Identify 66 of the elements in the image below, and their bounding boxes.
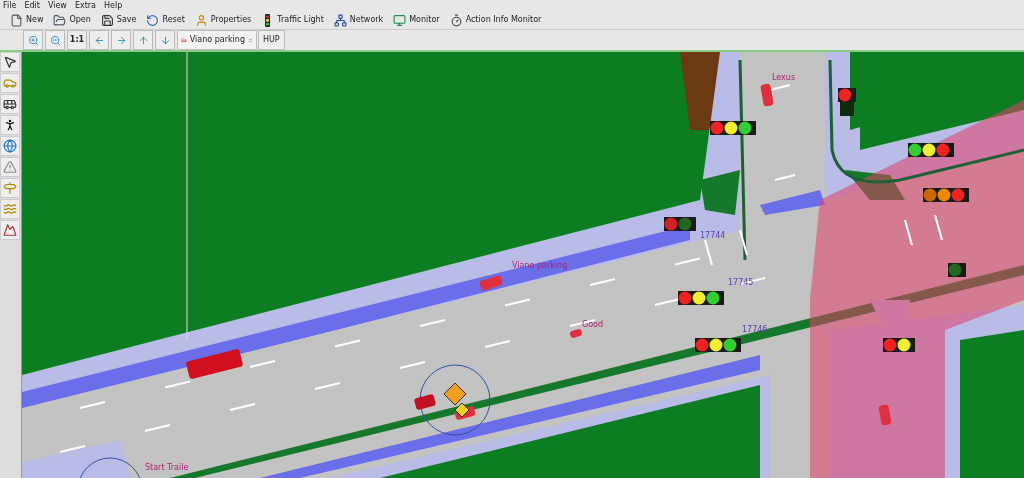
map-label: Viano parking — [512, 261, 568, 270]
arrow-left-icon — [93, 34, 105, 46]
monitor-icon — [393, 13, 407, 27]
toolbar-button[interactable]: Network — [333, 11, 384, 29]
arrow-right-icon — [115, 34, 127, 46]
signpost-icon — [3, 181, 17, 195]
bus-icon — [3, 97, 17, 111]
toolbar-button[interactable]: Open — [53, 11, 91, 29]
map-label: Good — [582, 320, 604, 329]
network-icon — [333, 13, 347, 27]
menu-item[interactable]: Edit — [24, 1, 40, 10]
globe-icon — [3, 139, 17, 153]
nav-button[interactable] — [45, 30, 65, 50]
nav-button[interactable]: 1:1 — [67, 30, 87, 50]
arrow-down-icon — [159, 34, 171, 46]
toolbar-button[interactable]: Save — [100, 11, 137, 29]
folder-icon — [53, 13, 67, 27]
palette-tool[interactable] — [0, 115, 20, 135]
toolbar-button[interactable]: Properties — [194, 11, 252, 29]
person-icon — [194, 13, 208, 27]
pedestrian-icon — [3, 118, 17, 132]
stopwatch-icon — [449, 13, 463, 27]
car-icon[interactable] — [413, 393, 437, 411]
traffic-light-icon[interactable] — [678, 291, 724, 305]
map-label: 17746 — [742, 325, 768, 334]
nav-button[interactable] — [133, 30, 153, 50]
curve-sign-icon — [3, 202, 17, 216]
menu-item[interactable]: Help — [104, 1, 123, 10]
palette-tool[interactable] — [0, 94, 20, 114]
traffic-light-icon[interactable] — [695, 338, 741, 352]
nav-button[interactable] — [155, 30, 175, 50]
pointer-icon — [3, 55, 17, 69]
nav-button[interactable] — [111, 30, 131, 50]
toolbar-button[interactable]: Monitor — [393, 11, 440, 29]
toolbar-button[interactable]: New — [10, 11, 44, 29]
map-label: 17744 — [700, 231, 726, 240]
traffic-light-icon[interactable] — [883, 338, 915, 352]
map-label: Start Traile — [145, 463, 189, 472]
map-label: Lexus — [772, 73, 796, 82]
toolbar-button[interactable]: Reset — [146, 11, 185, 29]
terrain-icon — [3, 223, 17, 237]
nav-button[interactable] — [89, 30, 109, 50]
toolbar-button[interactable]: Traffic Light — [261, 11, 324, 29]
car-icon — [3, 76, 17, 90]
warning-sign-icon — [3, 160, 17, 174]
menu-item[interactable]: File — [3, 1, 17, 10]
toolbar-button[interactable]: Action Info Monitor — [449, 11, 542, 29]
crosswalk-strip — [760, 190, 825, 215]
car-icon — [181, 36, 187, 44]
vehicle-dropdown[interactable]: Viano parking — [177, 30, 257, 50]
zoom-out-icon — [49, 34, 61, 46]
palette-tool[interactable] — [0, 52, 20, 72]
traffic-light-icon[interactable] — [838, 88, 856, 116]
map-label: 17745 — [728, 278, 754, 287]
traffic-light-icon[interactable] — [923, 188, 969, 202]
arrow-up-icon — [137, 34, 149, 46]
caret-icon — [247, 36, 253, 44]
reset-icon — [146, 13, 160, 27]
traffic-light-icon[interactable] — [908, 143, 954, 157]
menu-item[interactable]: Extra — [74, 1, 96, 10]
save-icon — [100, 13, 114, 27]
hup-button[interactable]: HUP — [258, 30, 285, 50]
zoom-in-icon — [27, 34, 39, 46]
file-icon — [10, 13, 23, 27]
traffic-light-icon[interactable] — [710, 121, 756, 135]
menu-item[interactable]: View — [47, 1, 67, 10]
